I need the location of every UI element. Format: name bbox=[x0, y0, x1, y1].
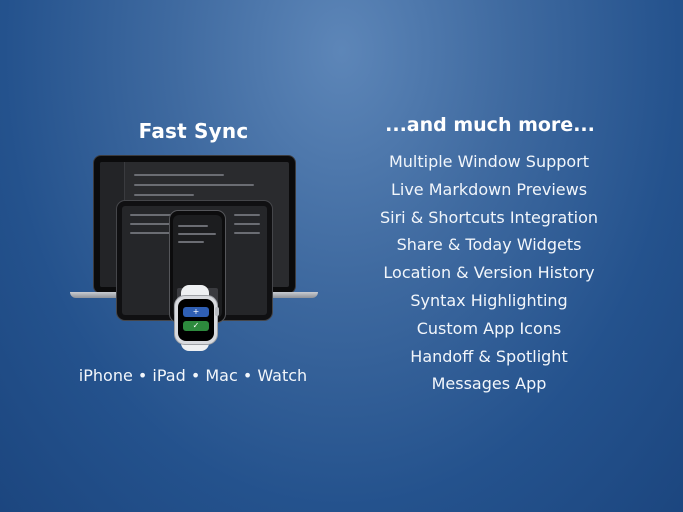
ipad-list-line bbox=[234, 232, 260, 234]
feature-item: Siri & Shortcuts Integration bbox=[379, 207, 598, 227]
feature-item: Messages App bbox=[431, 374, 547, 394]
ipad-list-line bbox=[234, 223, 260, 225]
fast-sync-heading: Fast Sync bbox=[138, 119, 249, 143]
feature-item: Live Markdown Previews bbox=[390, 179, 588, 199]
watch-crown bbox=[215, 307, 219, 316]
feature-item: Share & Today Widgets bbox=[396, 235, 582, 255]
watch-mark-button: ✓ bbox=[183, 321, 209, 331]
more-features-heading: ...and much more... bbox=[385, 114, 595, 136]
platforms-caption: iPhone • iPad • Mac • Watch bbox=[78, 366, 308, 385]
iphone-text-line bbox=[178, 241, 204, 243]
mac-text-line bbox=[134, 184, 254, 186]
watch-add-button: + bbox=[183, 307, 209, 317]
feature-item: Location & Version History bbox=[383, 263, 595, 283]
iphone-text-line bbox=[178, 225, 208, 227]
mac-text-line bbox=[134, 174, 224, 176]
feature-item: Multiple Window Support bbox=[388, 152, 590, 171]
feature-item: Syntax Highlighting bbox=[410, 290, 568, 310]
ipad-list-line bbox=[234, 214, 260, 216]
watch-screen: + ✓ bbox=[178, 299, 214, 341]
iphone-text-line bbox=[178, 233, 216, 235]
mac-text-line bbox=[134, 194, 194, 196]
feature-item: Custom App Icons bbox=[416, 318, 562, 338]
feature-list: Multiple Window Support Live Markdown Pr… bbox=[374, 150, 604, 400]
apple-watch: + ✓ bbox=[174, 295, 218, 345]
device-illustration: + ✓ bbox=[68, 155, 320, 353]
feature-item: Handoff & Spotlight bbox=[410, 346, 568, 366]
